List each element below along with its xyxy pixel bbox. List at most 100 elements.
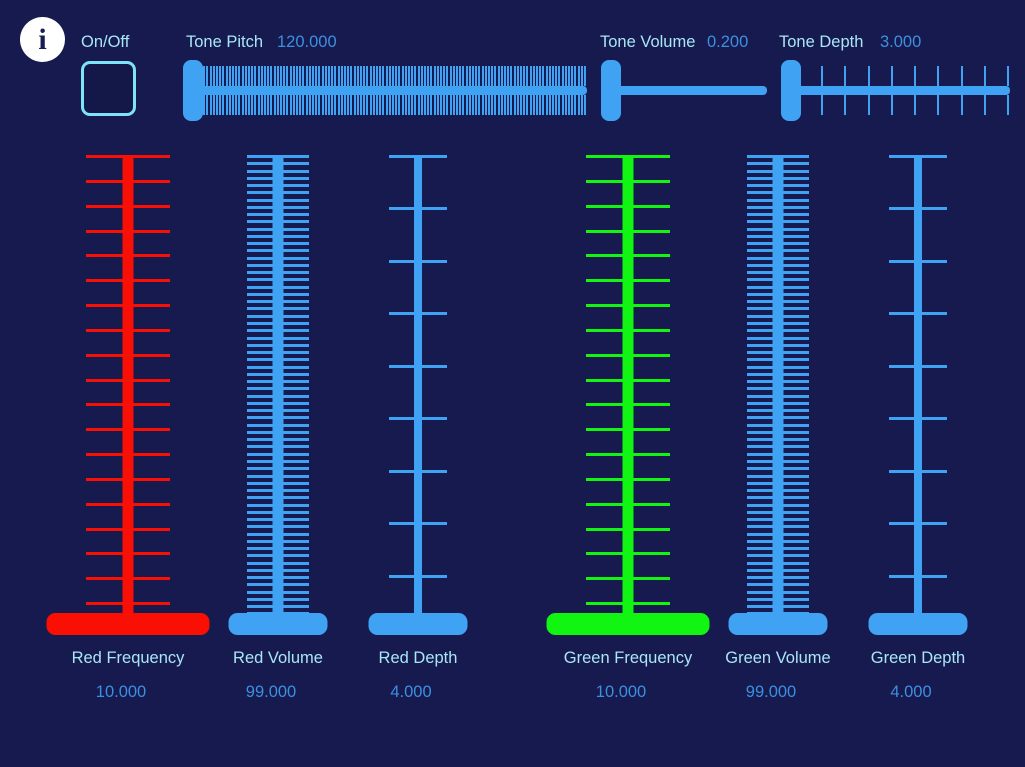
- tone-pitch-tick: [353, 66, 356, 86]
- red-depth-slider[interactable]: [338, 145, 498, 635]
- green-volume-tick: [747, 423, 809, 427]
- green-frequency-track[interactable]: [622, 155, 634, 635]
- tone-pitch-tick: [555, 66, 558, 86]
- green-depth-slider[interactable]: [838, 145, 998, 635]
- tone-pitch-tick: [497, 66, 500, 86]
- tone-pitch-tick: [584, 66, 586, 86]
- red-depth-thumb[interactable]: [368, 613, 468, 635]
- tone-volume-slider[interactable]: [601, 60, 773, 121]
- tone-pitch-tick: [305, 66, 308, 86]
- green-depth-track[interactable]: [914, 155, 922, 635]
- green-volume-tick: [747, 213, 809, 217]
- tone-pitch-tick: [404, 95, 407, 115]
- tone-depth-track[interactable]: [795, 86, 1010, 95]
- green-frequency-slider[interactable]: [546, 145, 710, 635]
- red-volume-tick: [247, 205, 309, 209]
- red-frequency-slider[interactable]: [46, 145, 210, 635]
- tone-volume-thumb[interactable]: [601, 60, 621, 121]
- tone-pitch-tick: [366, 95, 369, 115]
- green-volume-tick: [747, 300, 809, 304]
- tone-pitch-tick: [232, 66, 234, 86]
- green-volume-tick: [747, 220, 809, 224]
- tone-pitch-track[interactable]: [197, 86, 587, 95]
- tone-pitch-tick: [260, 66, 263, 86]
- red-volume-tick: [247, 561, 309, 565]
- tone-pitch-tick: [356, 66, 359, 86]
- tone-pitch-tick: [315, 95, 318, 115]
- tone-pitch-thumb[interactable]: [183, 60, 203, 121]
- tone-volume-track[interactable]: [615, 86, 767, 95]
- tone-pitch-tick: [491, 66, 494, 86]
- green-volume-tick: [747, 459, 809, 463]
- red-volume-tick: [247, 336, 309, 340]
- tone-pitch-tick: [276, 66, 279, 86]
- red-volume-tick: [247, 249, 309, 253]
- tone-pitch-tick: [395, 95, 398, 115]
- green-volume-tick: [747, 467, 809, 471]
- tone-pitch-tick: [372, 95, 375, 115]
- tone-pitch-tick: [270, 66, 273, 86]
- tone-pitch-slider[interactable]: [183, 60, 593, 121]
- green-volume-tick: [747, 343, 809, 347]
- tone-pitch-tick: [235, 95, 238, 115]
- onoff-checkbox[interactable]: [81, 61, 136, 116]
- red-volume-tick: [247, 314, 309, 318]
- tone-pitch-tick: [273, 66, 276, 86]
- tone-pitch-tick: [497, 95, 500, 115]
- red-depth-tick: [389, 522, 447, 526]
- red-volume-thumb[interactable]: [228, 613, 328, 635]
- tone-pitch-tick: [462, 66, 465, 86]
- red-volume-tick: [247, 285, 309, 289]
- green-volume-slider[interactable]: [698, 145, 858, 635]
- red-depth-track[interactable]: [414, 155, 422, 635]
- tone-pitch-tick: [558, 95, 561, 115]
- red-volume-tick: [247, 358, 309, 362]
- green-volume-tick: [747, 430, 809, 434]
- red-depth-value: 4.000: [390, 683, 432, 701]
- tone-pitch-tick: [212, 95, 215, 115]
- red-volume-slider[interactable]: [198, 145, 358, 635]
- green-volume-tick: [747, 271, 809, 275]
- green-volume-tick: [747, 365, 809, 369]
- green-volume-tick: [747, 532, 809, 536]
- tone-pitch-tick: [340, 66, 343, 86]
- tone-pitch-tick: [414, 66, 417, 86]
- tone-pitch-tick: [257, 66, 260, 86]
- tone-pitch-tick: [206, 95, 209, 115]
- tone-depth-slider[interactable]: [781, 60, 1016, 121]
- red-frequency-track[interactable]: [122, 155, 134, 635]
- red-volume-tick: [247, 568, 309, 572]
- tone-pitch-tick: [321, 95, 324, 115]
- red-volume-tick: [247, 271, 309, 275]
- red-volume-tick: [247, 234, 309, 238]
- tone-depth-thumb[interactable]: [781, 60, 801, 121]
- tone-pitch-tick: [558, 66, 561, 86]
- red-volume-tick: [247, 510, 309, 514]
- tone-pitch-tick: [513, 95, 516, 115]
- tone-depth-tick: [821, 95, 824, 115]
- red-frequency-tick: [86, 453, 170, 457]
- tone-pitch-tick: [529, 66, 532, 86]
- tone-pitch-tick: [344, 95, 346, 115]
- tone-pitch-tick: [484, 66, 487, 86]
- tone-pitch-tick: [433, 66, 436, 86]
- tone-pitch-tick: [536, 95, 538, 115]
- info-icon[interactable]: i: [20, 17, 65, 62]
- red-depth-tick: [389, 417, 447, 421]
- red-volume-tick: [247, 423, 309, 427]
- tone-pitch-tick: [536, 66, 538, 86]
- green-depth-thumb[interactable]: [868, 613, 968, 635]
- tone-depth-tick: [867, 95, 870, 115]
- red-frequency-thumb[interactable]: [46, 613, 210, 635]
- tone-pitch-tick: [296, 66, 298, 86]
- tone-pitch-tick: [584, 95, 586, 115]
- red-volume-tick: [247, 532, 309, 536]
- red-depth-label: Red Depth: [378, 649, 458, 667]
- green-volume-tick: [747, 329, 809, 333]
- tone-pitch-tick: [286, 95, 289, 115]
- green-frequency-thumb[interactable]: [546, 613, 710, 635]
- red-frequency-tick: [86, 577, 170, 581]
- tone-pitch-tick: [363, 95, 366, 115]
- green-volume-thumb[interactable]: [728, 613, 828, 635]
- tone-pitch-tick: [302, 66, 305, 86]
